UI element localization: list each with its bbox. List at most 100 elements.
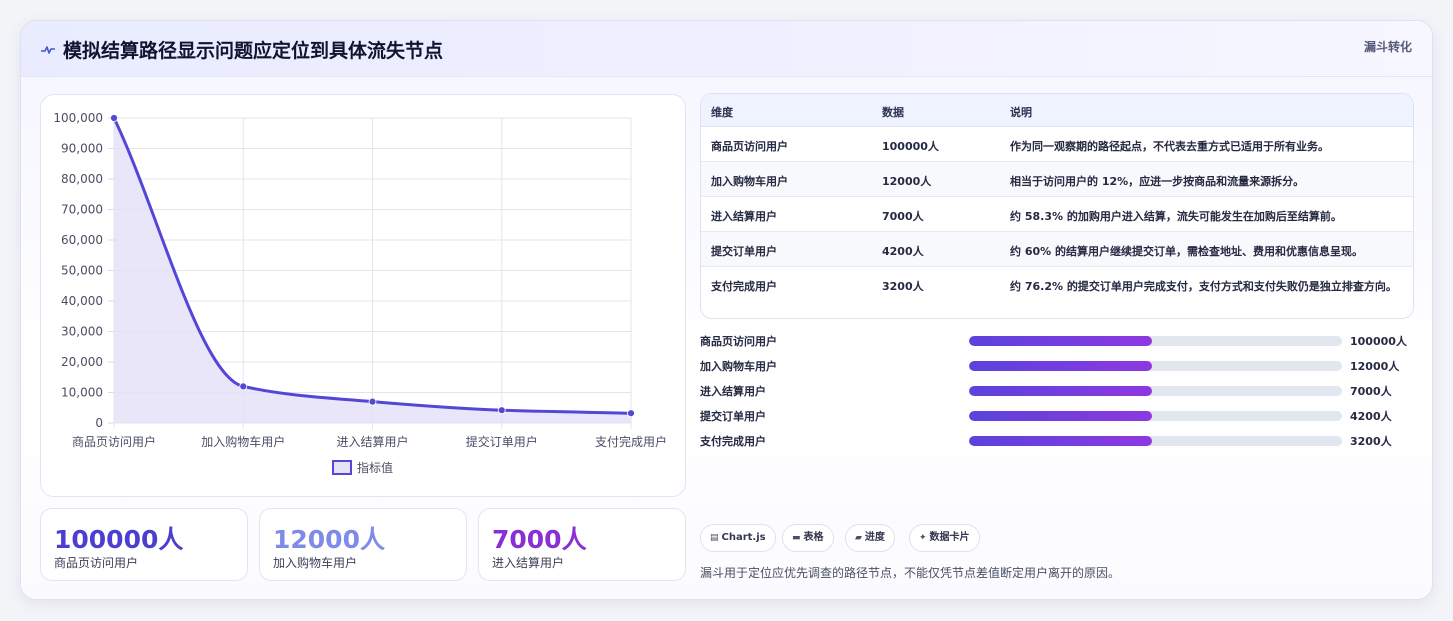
progress-fill (969, 386, 1152, 396)
table-header: 维度 数据 说明 (701, 94, 1413, 127)
progress-value: 7000人 (1350, 385, 1392, 398)
x-tick-label: 提交订单用户 (466, 434, 538, 449)
line-chart-panel: 0 10,000 20,000 30,000 40,000 50,000 60,000 70,… (40, 94, 686, 497)
column-header-dimension: 维度 (711, 106, 733, 119)
chip-label: Chart.js (721, 532, 766, 543)
table-row: 加入购物车用户 12000人 相当于访问用户的 12%，应进一步按商品和流量来源拆分… (701, 162, 1413, 197)
y-tick-label: 0 (95, 416, 103, 430)
progress-track (969, 436, 1342, 446)
cell-description: 相当于访问用户的 12%，应进一步按商品和流量来源拆分。 (1010, 175, 1305, 188)
table-row: 进入结算用户 7000人 约 58.3% 的加购用户进入结算，流失可能发生在加购后至… (701, 197, 1413, 232)
column-header-description: 说明 (1010, 106, 1032, 119)
stat-label: 进入结算用户 (492, 556, 565, 570)
progress-row: 支付完成用户 3200人 (700, 431, 1414, 451)
y-tick-label: 90,000 (61, 142, 103, 156)
progress-fill (969, 336, 1152, 346)
progress-track (969, 386, 1342, 396)
chip-label: 进度 (864, 532, 885, 543)
y-tick-label: 50,000 (61, 264, 103, 278)
data-point[interactable] (239, 382, 248, 391)
progress-track (969, 336, 1342, 346)
chip-label: 表格 (803, 532, 824, 543)
category-tag: 漏斗转化 (1363, 40, 1412, 54)
card-header: 模拟结算路径显示问题应定位到具体流失节点 漏斗转化 (21, 21, 1432, 77)
cell-dimension: 提交订单用户 (711, 245, 777, 258)
chip-progress[interactable]: ▰ 进度 (845, 524, 895, 552)
stat-label: 商品页访问用户 (54, 556, 139, 570)
cell-dimension: 加入购物车用户 (711, 175, 788, 188)
funnel-table: 维度 数据 说明 商品页访问用户 100000人 作为同一观察期的路径起点，不代表去… (700, 93, 1414, 319)
x-tick-label: 支付完成用户 (595, 434, 667, 449)
y-tick-label: 80,000 (61, 172, 103, 186)
stat-value: 12000人 (273, 525, 385, 554)
page-title: 模拟结算路径显示问题应定位到具体流失节点 (63, 40, 444, 62)
stat-card-cart: 12000人 加入购物车用户 (259, 508, 467, 581)
cell-value: 100000人 (882, 140, 939, 153)
progress-track (969, 361, 1342, 371)
stat-card-checkout: 7000人 进入结算用户 (478, 508, 686, 581)
progress-fill (969, 411, 1152, 421)
data-point[interactable] (627, 409, 635, 418)
cell-dimension: 支付完成用户 (711, 280, 777, 293)
progress-label: 加入购物车用户 (700, 360, 777, 373)
table-row: 提交订单用户 4200人 约 60% 的结算用户继续提交订单，需检查地址、费用和优惠… (701, 232, 1413, 267)
chip-table[interactable]: ▬ 表格 (782, 524, 834, 552)
y-tick-label: 60,000 (61, 233, 103, 247)
pulse-icon (41, 46, 55, 54)
sparkle-icon: ✦ (919, 533, 927, 543)
y-tick-label: 100,000 (53, 111, 103, 125)
progress-list: 商品页访问用户 100000人加入购物车用户 12000人进入结算用户 7000人提交… (700, 331, 1414, 461)
stat-value: 100000人 (54, 525, 184, 554)
progress-value: 100000人 (1350, 335, 1407, 348)
legend-swatch (332, 460, 352, 475)
progress-label: 商品页访问用户 (700, 335, 777, 348)
chip-chart[interactable]: ▤ Chart.js (700, 524, 776, 552)
progress-label: 进入结算用户 (700, 385, 766, 398)
cell-dimension: 进入结算用户 (711, 210, 777, 223)
cell-description: 约 60% 的结算用户继续提交订单，需检查地址、费用和优惠信息呈现。 (1010, 245, 1363, 258)
cell-value: 3200人 (882, 280, 924, 293)
progress-row: 提交订单用户 4200人 (700, 406, 1414, 426)
stat-value: 7000人 (492, 525, 587, 554)
table-row: 支付完成用户 3200人 约 76.2% 的提交订单用户完成支付，支付方式和支付失败… (701, 267, 1413, 318)
cell-description: 约 76.2% 的提交订单用户完成支付，支付方式和支付失败仍是独立排查方向。 (1010, 280, 1397, 293)
progress-value: 12000人 (1350, 360, 1400, 373)
y-tick-label: 10,000 (61, 386, 103, 400)
progress-fill (969, 436, 1152, 446)
cell-value: 7000人 (882, 210, 924, 223)
column-header-data: 数据 (882, 106, 904, 119)
chart-icon: ▤ (710, 533, 719, 543)
legend-item[interactable]: 指标值 (332, 460, 393, 475)
line-chart[interactable]: 0 10,000 20,000 30,000 40,000 50,000 60,000 70,… (41, 95, 687, 498)
cell-description: 约 58.3% 的加购用户进入结算，流失可能发生在加购后至结算前。 (1010, 210, 1342, 223)
table-row: 商品页访问用户 100000人 作为同一观察期的路径起点，不代表去重方式已适用于所有… (701, 127, 1413, 162)
stat-label: 加入购物车用户 (273, 556, 358, 570)
progress-value: 3200人 (1350, 435, 1392, 448)
data-point[interactable] (368, 397, 377, 406)
progress-row: 商品页访问用户 100000人 (700, 331, 1414, 351)
chip-sparkle[interactable]: ✦ 数据卡片 (909, 524, 980, 552)
y-tick-label: 70,000 (61, 203, 103, 217)
cell-dimension: 商品页访问用户 (711, 140, 788, 153)
cell-description: 作为同一观察期的路径起点，不代表去重方式已适用于所有业务。 (1010, 140, 1329, 153)
footer-note: 漏斗用于定位应优先调查的路径节点，不能仅凭节点差值断定用户离开的原因。 (700, 566, 1121, 580)
progress-row: 进入结算用户 7000人 (700, 381, 1414, 401)
progress-row: 加入购物车用户 12000人 (700, 356, 1414, 376)
data-point[interactable] (497, 406, 506, 415)
x-tick-label: 商品页访问用户 (72, 434, 156, 449)
x-tick-label: 进入结算用户 (336, 434, 408, 449)
progress-fill (969, 361, 1152, 371)
y-tick-label: 40,000 (61, 294, 103, 308)
data-point[interactable] (110, 114, 118, 122)
funnel-card: 模拟结算路径显示问题应定位到具体流失节点 漏斗转化 0 10,000 20,000 3… (20, 20, 1433, 600)
progress-icon: ▰ (855, 533, 862, 543)
progress-track (969, 411, 1342, 421)
table-icon: ▬ (792, 533, 801, 543)
cell-value: 4200人 (882, 245, 924, 258)
x-tick-label: 加入购物车用户 (201, 434, 285, 449)
stat-card-visits: 100000人 商品页访问用户 (40, 508, 248, 581)
y-tick-label: 30,000 (61, 325, 103, 339)
legend-label: 指标值 (357, 460, 393, 475)
progress-label: 提交订单用户 (700, 410, 766, 423)
cell-value: 12000人 (882, 175, 932, 188)
